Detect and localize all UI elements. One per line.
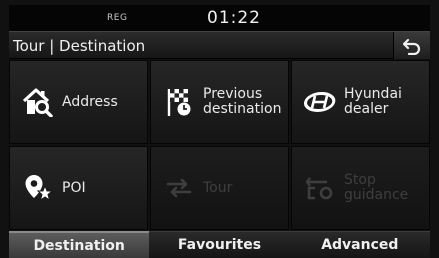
hyundai-logo-icon — [304, 86, 336, 118]
stop-guidance-icon — [304, 172, 336, 204]
stop-guidance-label-line1: Stop — [344, 172, 376, 188]
hyundai-dealer-label-line2: dealer — [344, 101, 389, 117]
hyundai-dealer-label-line1: Hyundai — [344, 86, 402, 102]
nav-screen: REG 01:22 Tour | Destination Address Pre… — [0, 0, 439, 258]
hyundai-dealer-label: Hyundai dealer — [344, 87, 402, 117]
destination-menu: Address Previous destination Hyundai dea… — [9, 60, 430, 230]
hyundai-dealer-button[interactable]: Hyundai dealer — [291, 60, 430, 144]
clock: 01:22 — [207, 8, 261, 28]
tour-button[interactable]: Tour — [150, 146, 289, 230]
stop-guidance-label: Stop guidance — [344, 173, 408, 203]
tab-destination[interactable]: Destination — [9, 231, 150, 258]
poi-label: POI — [62, 179, 86, 196]
address-label: Address — [62, 93, 118, 110]
previous-destination-button[interactable]: Previous destination — [150, 60, 289, 144]
back-button[interactable] — [393, 32, 430, 59]
stop-guidance-button[interactable]: Stop guidance — [291, 146, 430, 230]
home-search-icon — [22, 86, 54, 118]
back-arrow-icon — [402, 38, 421, 55]
previous-destination-label-line2: destination — [203, 101, 282, 117]
poi-button[interactable]: POI — [9, 146, 148, 230]
tour-arrows-icon — [163, 172, 195, 204]
reg-indicator: REG — [107, 13, 128, 23]
poi-pin-star-icon — [22, 172, 54, 204]
status-bar: REG 01:22 — [9, 5, 430, 31]
tour-label: Tour — [203, 179, 233, 196]
title-bar: Tour | Destination — [9, 31, 430, 59]
flag-clock-icon — [163, 86, 195, 118]
previous-destination-label: Previous destination — [203, 87, 281, 117]
page-title: Tour | Destination — [13, 37, 146, 55]
bottom-tabs: Destination Favourites Advanced — [9, 231, 430, 258]
tab-favourites[interactable]: Favourites — [149, 231, 290, 258]
tab-advanced[interactable]: Advanced — [289, 231, 430, 258]
address-button[interactable]: Address — [9, 60, 148, 144]
stop-guidance-label-line2: guidance — [344, 187, 409, 203]
previous-destination-label-line1: Previous — [203, 86, 263, 102]
